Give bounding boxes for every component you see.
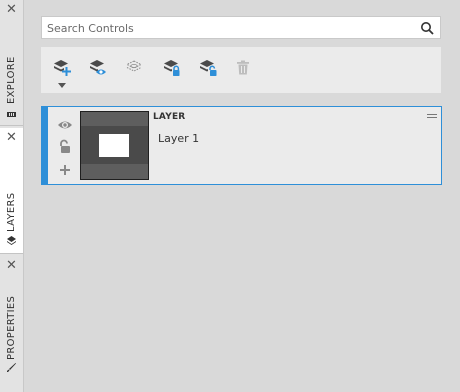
drag-handle-icon[interactable]	[427, 113, 437, 119]
layer-name[interactable]: Layer 1	[158, 132, 199, 145]
close-icon[interactable]: ✕	[6, 3, 17, 16]
search-icon[interactable]	[420, 21, 434, 35]
plus-icon[interactable]	[57, 162, 73, 178]
chevron-down-icon[interactable]	[58, 83, 66, 88]
tab-properties-label: PROPERTIES	[6, 295, 17, 360]
unlock-layer-icon	[200, 60, 217, 76]
search-input[interactable]	[42, 18, 412, 39]
layers-toolbar	[41, 47, 441, 93]
tab-explore-label: EXPLORE	[6, 56, 17, 104]
show-layer-button[interactable]	[87, 57, 109, 79]
search-box	[41, 16, 441, 39]
layer-thumbnail	[80, 111, 149, 180]
close-icon[interactable]: ✕	[6, 259, 17, 272]
layer-item[interactable]: LAYER Layer 1	[41, 106, 442, 185]
eye-layer-icon	[90, 60, 106, 75]
close-icon[interactable]: ✕	[6, 131, 17, 144]
brush-icon	[7, 363, 16, 372]
tab-properties[interactable]: ✕ PROPERTIES	[0, 256, 23, 392]
layer-type-label: LAYER	[153, 112, 186, 122]
hidden-layer-icon	[125, 60, 143, 72]
add-layer-button[interactable]	[51, 57, 73, 79]
book-icon	[7, 112, 16, 117]
eye-icon[interactable]	[57, 117, 73, 133]
lock-layer-button[interactable]	[161, 57, 183, 79]
tab-layers[interactable]: ✕ LAYERS	[0, 128, 23, 254]
layers-icon	[7, 236, 16, 245]
side-tab-strip: ✕ EXPLORE ✕ LAYERS ✕ PROPERTIES	[0, 0, 24, 392]
tab-explore[interactable]: ✕ EXPLORE	[0, 0, 23, 126]
lock-layer-icon	[164, 60, 180, 76]
add-layer-icon	[54, 60, 71, 76]
selection-accent-bar	[42, 107, 48, 184]
trash-icon	[237, 60, 249, 75]
hide-layer-button[interactable]	[123, 57, 145, 79]
delete-layer-button[interactable]	[232, 57, 254, 79]
unlock-layer-button[interactable]	[197, 57, 219, 79]
tab-layers-label: LAYERS	[6, 192, 17, 232]
unlock-icon[interactable]	[57, 139, 73, 155]
